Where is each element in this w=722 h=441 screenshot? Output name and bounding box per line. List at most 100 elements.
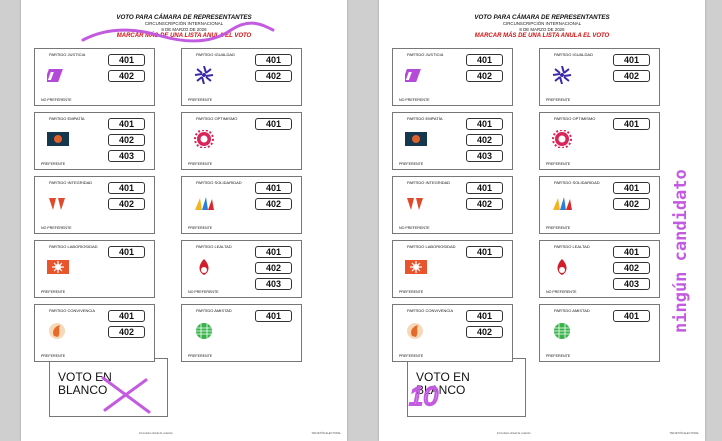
candidate-number-box[interactable]: 401: [613, 310, 650, 322]
party-name: PARTIDO CONVIVENCIA: [49, 308, 96, 313]
party-box-4[interactable]: PARTIDO OPTIMISMO PREFERENTE 401: [181, 112, 302, 170]
candidate-number-box[interactable]: 401: [108, 310, 145, 322]
party-box-5[interactable]: PARTIDO INTEGRIDAD NO PREFERENTE 401 402: [34, 176, 155, 234]
candidate-number-box[interactable]: 401: [466, 182, 503, 194]
preference-label: PREFERENTE: [546, 226, 571, 230]
party-box-3[interactable]: PARTIDO EMPATÍA PREFERENTE 401 402 403: [34, 112, 155, 170]
ballot-header: VOTO PARA CÁMARA DE REPRESENTANTES CIRCU…: [379, 14, 705, 39]
candidate-number-box[interactable]: 401: [108, 118, 145, 130]
candidate-number-box[interactable]: 401: [108, 54, 145, 66]
integridad-logo-icon: [405, 194, 425, 212]
candidate-number-box[interactable]: 403: [108, 150, 145, 162]
empatia-logo-icon: [47, 130, 69, 148]
party-box-9[interactable]: PARTIDO CONVIVENCIA PREFERENTE 401 402: [34, 304, 155, 362]
party-box-7[interactable]: PARTIDO LABORIOSIDAD PREFERENTE 401: [34, 240, 155, 298]
candidate-number-box[interactable]: 402: [466, 198, 503, 210]
candidate-number-box[interactable]: 402: [255, 262, 292, 274]
candidate-number-box[interactable]: 401: [255, 246, 292, 258]
party-box-6[interactable]: PARTIDO SOLIDARIDAD PREFERENTE 401 402: [181, 176, 302, 234]
lealtad-logo-icon: [194, 258, 214, 276]
party-box-3[interactable]: PARTIDO EMPATÍA PREFERENTE 401 402 403: [392, 112, 513, 170]
candidate-number-list: 401 402: [108, 54, 145, 86]
optimismo-logo-icon: [194, 129, 214, 149]
candidate-number-list: 401 402: [255, 54, 292, 86]
candidate-number-box[interactable]: 402: [613, 70, 650, 82]
candidate-number-list: 401 402: [466, 54, 503, 86]
candidate-number-box[interactable]: 401: [613, 54, 650, 66]
convivencia-logo-icon: [47, 322, 67, 340]
solidaridad-logo-icon: [552, 194, 572, 212]
candidate-number-list: 401 402: [613, 182, 650, 214]
preference-label: NO PREFERENTE: [399, 98, 430, 102]
candidate-number-box[interactable]: 402: [108, 198, 145, 210]
ballot-subtitle: CIRCUNSCRIPCIÓN INTERNACIONAL: [144, 21, 224, 27]
candidate-number-box[interactable]: 401: [466, 54, 503, 66]
party-box-2[interactable]: PARTIDO IGUALDAD PREFERENTE 401 402: [181, 48, 302, 106]
candidate-number-box[interactable]: 402: [466, 326, 503, 338]
party-box-4[interactable]: PARTIDO OPTIMISMO PREFERENTE 401: [539, 112, 660, 170]
candidate-number-box[interactable]: 401: [613, 182, 650, 194]
party-name: PARTIDO EMPATÍA: [407, 116, 443, 121]
candidate-number-box[interactable]: 401: [108, 182, 145, 194]
candidate-number-box[interactable]: 402: [613, 198, 650, 210]
candidate-number-box[interactable]: 402: [255, 70, 292, 82]
candidate-number-list: 401: [255, 310, 292, 326]
preference-label: PREFERENTE: [41, 162, 66, 166]
party-box-8[interactable]: PARTIDO LEALTAD NO PREFERENTE 401 402 403: [539, 240, 660, 298]
candidate-number-box[interactable]: 401: [466, 118, 503, 130]
candidate-number-box[interactable]: 401: [613, 246, 650, 258]
candidate-number-box[interactable]: 401: [613, 118, 650, 130]
blank-vote-box[interactable]: VOTO EN BLANCO: [407, 358, 526, 417]
justicia-logo-icon: [402, 66, 425, 84]
candidate-number-box[interactable]: 403: [466, 150, 503, 162]
preference-label: PREFERENTE: [546, 354, 571, 358]
party-name: PARTIDO SOLIDARIDAD: [196, 180, 242, 185]
candidate-number-box[interactable]: 403: [613, 278, 650, 290]
candidate-number-box[interactable]: 402: [108, 134, 145, 146]
blank-vote-label: VOTO EN BLANCO: [416, 370, 470, 397]
preference-label: PREFERENTE: [399, 290, 424, 294]
party-name: PARTIDO OPTIMISMO: [554, 116, 596, 121]
party-box-5[interactable]: PARTIDO INTEGRIDAD NO PREFERENTE 401 402: [392, 176, 513, 234]
party-box-6[interactable]: PARTIDO SOLIDARIDAD PREFERENTE 401 402: [539, 176, 660, 234]
party-box-2[interactable]: PARTIDO IGUALDAD PREFERENTE 401 402: [539, 48, 660, 106]
footer-right: TARJETÓN ELECTORAL: [669, 432, 699, 435]
candidate-number-box[interactable]: 401: [255, 54, 292, 66]
ballot-page-left: VOTO PARA CÁMARA DE REPRESENTANTES CIRCU…: [21, 0, 347, 441]
party-box-1[interactable]: PARTIDO JUSTICIA NO PREFERENTE 401 402: [392, 48, 513, 106]
preference-label: PREFERENTE: [41, 290, 66, 294]
party-box-10[interactable]: PARTIDO AMISTAD PREFERENTE 401: [539, 304, 660, 362]
candidate-number-box[interactable]: 401: [255, 182, 292, 194]
candidate-number-box[interactable]: 401: [108, 246, 145, 258]
party-box-1[interactable]: PARTIDO JUSTICIA NO PREFERENTE 401 402: [34, 48, 155, 106]
candidate-number-box[interactable]: 402: [466, 70, 503, 82]
candidate-number-box[interactable]: 402: [613, 262, 650, 274]
laboriosidad-logo-icon: [47, 258, 69, 276]
party-name: PARTIDO SOLIDARIDAD: [554, 180, 600, 185]
candidate-number-box[interactable]: 402: [255, 198, 292, 210]
preference-label: PREFERENTE: [188, 98, 213, 102]
candidate-number-box[interactable]: 401: [255, 118, 292, 130]
candidate-number-box[interactable]: 401: [466, 310, 503, 322]
preference-label: NO PREFERENTE: [41, 98, 72, 102]
candidate-number-box[interactable]: 402: [108, 326, 145, 338]
footer-left: Formulario oficial de votación: [497, 432, 531, 435]
candidate-number-list: 401 402 403: [613, 246, 650, 294]
candidate-number-box[interactable]: 401: [466, 246, 503, 258]
candidate-number-list: 401: [466, 246, 503, 262]
party-box-7[interactable]: PARTIDO LABORIOSIDAD PREFERENTE 401: [392, 240, 513, 298]
party-name: PARTIDO LEALTAD: [554, 244, 590, 249]
preference-label: NO PREFERENTE: [546, 290, 577, 294]
candidate-number-box[interactable]: 402: [108, 70, 145, 82]
candidate-number-box[interactable]: 401: [255, 310, 292, 322]
blank-vote-box[interactable]: VOTO EN BLANCO: [49, 358, 168, 417]
candidate-number-box[interactable]: 403: [255, 278, 292, 290]
candidate-number-list: 401: [255, 118, 292, 134]
ballot-date: 8 DE MARZO DE 2026: [161, 26, 207, 32]
party-box-9[interactable]: PARTIDO CONVIVENCIA PREFERENTE 401 402: [392, 304, 513, 362]
party-box-10[interactable]: PARTIDO AMISTAD PREFERENTE 401: [181, 304, 302, 362]
preference-label: NO PREFERENTE: [188, 290, 219, 294]
candidate-number-box[interactable]: 402: [466, 134, 503, 146]
side-note: ningún candidato: [664, 145, 694, 335]
party-box-8[interactable]: PARTIDO LEALTAD NO PREFERENTE 401 402 403: [181, 240, 302, 298]
